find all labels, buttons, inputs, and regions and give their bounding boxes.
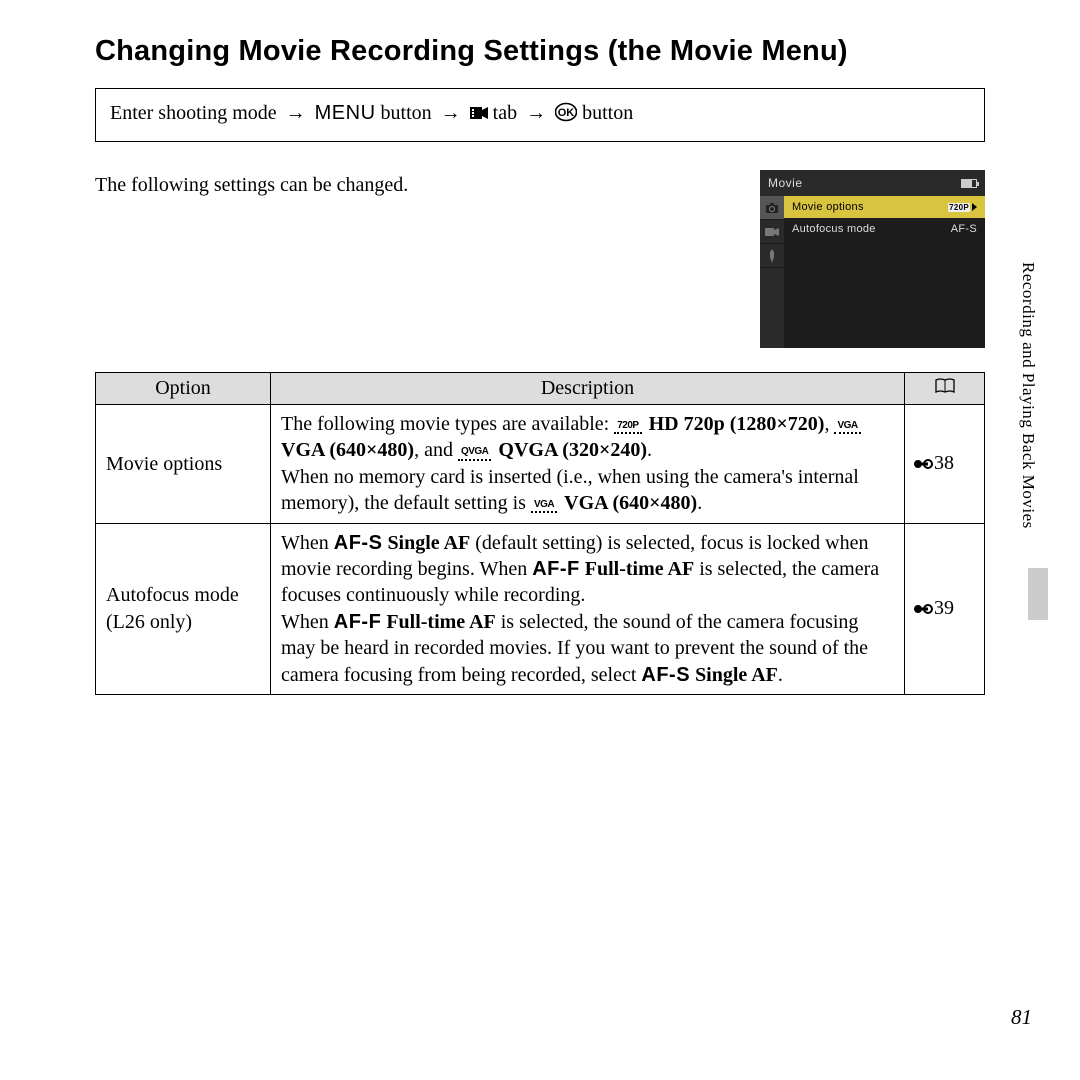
reference-link-icon bbox=[913, 597, 933, 623]
lcd-row-label: Movie options bbox=[792, 201, 864, 213]
desc-text: . bbox=[778, 664, 783, 686]
af-s-label: AF-S bbox=[334, 532, 383, 554]
cell-option: Autofocus mode (L26 only) bbox=[96, 523, 271, 694]
cell-reference: 38 bbox=[905, 405, 985, 524]
lcd-row-movie-options: Movie options 720P bbox=[784, 196, 985, 218]
svg-text:OK: OK bbox=[558, 107, 575, 119]
arrow-icon: → bbox=[286, 102, 306, 124]
menu-button-label: MENU bbox=[315, 102, 376, 124]
page-number: 81 bbox=[1011, 1005, 1032, 1030]
table-row: Autofocus mode (L26 only) When AF-S Sing… bbox=[96, 523, 985, 694]
lcd-tab-column bbox=[760, 196, 784, 348]
arrow-icon: → bbox=[526, 102, 546, 124]
chevron-right-icon bbox=[972, 203, 977, 211]
desc-text: . bbox=[697, 492, 702, 514]
af-f-label: AF-F bbox=[532, 558, 580, 580]
ref-number: 39 bbox=[934, 597, 954, 619]
arrow-icon: → bbox=[441, 102, 461, 124]
lcd-row-label: Autofocus mode bbox=[792, 223, 876, 235]
th-description: Description bbox=[271, 373, 905, 405]
cell-description: When AF-S Single AF (default setting) is… bbox=[271, 523, 905, 694]
thumb-tab bbox=[1028, 568, 1048, 620]
lcd-tab-setup bbox=[760, 244, 784, 268]
cell-option: Movie options bbox=[96, 405, 271, 524]
ok-button-icon: OK bbox=[555, 101, 577, 131]
ref-number: 38 bbox=[934, 452, 954, 474]
movie-tab-icon bbox=[470, 101, 488, 129]
options-table: Option Description Movie options The fol… bbox=[95, 372, 985, 695]
table-row: Movie options The following movie types … bbox=[96, 405, 985, 524]
lcd-tab-movie bbox=[760, 220, 784, 244]
lcd-body: Movie options 720P Autofocus mode AF-S bbox=[760, 196, 985, 348]
desc-bold: VGA (640×480) bbox=[564, 492, 697, 514]
desc-text: , and bbox=[414, 439, 458, 461]
nav-step-1: Enter shooting mode bbox=[110, 102, 277, 124]
battery-icon bbox=[961, 179, 977, 188]
desc-bold: Single AF bbox=[695, 664, 778, 686]
desc-bold: Full-time AF bbox=[585, 558, 694, 580]
section-side-label: Recording and Playing Back Movies bbox=[1018, 262, 1038, 529]
intro-text: The following settings can be changed. bbox=[95, 170, 408, 197]
res-badge-vga: VGA bbox=[834, 418, 860, 434]
af-s-label: AF-S bbox=[641, 664, 690, 686]
nav-button-word-1: button bbox=[381, 102, 432, 124]
desc-text: , bbox=[824, 413, 834, 435]
navigation-path-box: Enter shooting mode → MENU button → tab … bbox=[95, 88, 985, 142]
lcd-title-text: Movie bbox=[768, 176, 803, 190]
lcd-row-value: 720P bbox=[948, 203, 977, 212]
reference-link-icon bbox=[913, 452, 933, 478]
res-badge-qvga: QVGA bbox=[458, 444, 491, 460]
res-badge-720p: 720P bbox=[614, 418, 641, 434]
desc-bold: VGA (640×480) bbox=[281, 439, 414, 461]
th-option: Option bbox=[96, 373, 271, 405]
desc-text: . bbox=[647, 439, 652, 461]
option-name: Autofocus mode bbox=[106, 584, 239, 606]
desc-bold: Single AF bbox=[387, 532, 470, 554]
nav-button-word-2: button bbox=[582, 102, 633, 124]
lcd-row-value: AF-S bbox=[951, 223, 977, 235]
desc-bold: Full-time AF bbox=[386, 611, 495, 633]
lcd-menu-rows: Movie options 720P Autofocus mode AF-S bbox=[784, 196, 985, 348]
book-icon bbox=[934, 378, 956, 394]
desc-bold: QVGA (320×240) bbox=[498, 439, 647, 461]
res-badge-vga: VGA bbox=[531, 497, 557, 513]
desc-bold: HD 720p (1280×720) bbox=[649, 413, 825, 435]
page-heading: Changing Movie Recording Settings (the M… bbox=[95, 35, 985, 68]
res-badge-720p: 720P bbox=[948, 203, 970, 212]
camera-lcd-preview: Movie Movie options bbox=[760, 170, 985, 348]
desc-text: When bbox=[281, 611, 334, 633]
desc-text: When bbox=[281, 532, 334, 554]
cell-description: The following movie types are available:… bbox=[271, 405, 905, 524]
nav-tab-word: tab bbox=[493, 102, 517, 124]
option-sub: (L26 only) bbox=[106, 611, 192, 633]
lcd-titlebar: Movie bbox=[760, 170, 985, 196]
lcd-row-autofocus: Autofocus mode AF-S bbox=[784, 218, 985, 240]
th-reference bbox=[905, 373, 985, 405]
lcd-tab-camera bbox=[760, 196, 784, 220]
af-f-label: AF-F bbox=[334, 611, 382, 633]
cell-reference: 39 bbox=[905, 523, 985, 694]
desc-text: The following movie types are available: bbox=[281, 413, 614, 435]
